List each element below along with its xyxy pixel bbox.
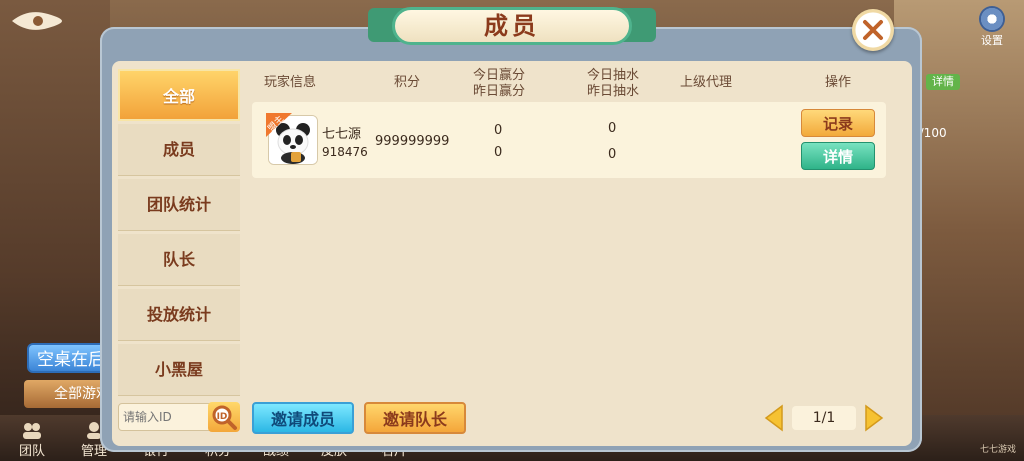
prev-page-icon[interactable] [764,404,784,432]
watermark: 七七游戏 [979,445,1016,455]
invite-member-button[interactable]: 邀请成员 [252,402,354,434]
header-today-win: 今日赢分 [472,68,525,83]
sidebar-item-release-stats[interactable]: 投放统计 [118,289,240,341]
sidebar-item-all[interactable]: 全部 [118,69,240,121]
today-fee-value: 0 [608,121,617,136]
close-icon [863,20,883,40]
player-score: 999999999 [375,134,450,149]
settings-button[interactable]: 设置 [974,6,1010,47]
player-name: 七七源 [322,127,362,142]
svg-text:ID: ID [217,412,228,422]
sidebar-item-members[interactable]: 成员 [118,124,240,176]
header-yesterday-fee: 昨日抽水 [586,84,639,99]
team-icon [23,423,41,439]
close-button[interactable] [852,9,894,51]
header-superior-agent: 上级代理 [679,75,732,90]
record-button[interactable]: 记录 [801,109,875,137]
page-indicator: 1/1 [792,406,856,430]
dialog-title: 成员 [392,7,632,45]
today-win-value: 0 [494,123,503,138]
id-search-button[interactable]: ID [208,402,240,432]
header-score: 积分 [393,75,420,90]
next-page-icon[interactable] [864,404,884,432]
header-yesterday-win: 昨日赢分 [472,84,525,99]
sidebar-item-captains[interactable]: 队长 [118,234,240,286]
header-action: 操作 [824,75,851,90]
player-id: 918476 [322,145,368,159]
sidebar-item-team-stats[interactable]: 团队统计 [118,179,240,231]
yesterday-win-value: 0 [494,145,503,160]
header-player-info: 玩家信息 [263,75,316,90]
detail-button[interactable]: 详情 [801,142,875,170]
back-icon[interactable] [8,6,66,36]
gear-icon [979,6,1005,32]
settings-label: 设置 [981,34,1003,47]
header-today-fee: 今日抽水 [586,68,639,83]
search-icon: ID [212,405,237,430]
yesterday-fee-value: 0 [608,147,617,162]
nav-item-team[interactable]: 团队 [10,421,54,459]
invite-captain-button[interactable]: 邀请队长 [364,402,466,434]
sidebar-item-blacklist[interactable]: 小黑屋 [118,344,240,396]
background-detail-badge[interactable]: 详情 [926,74,960,90]
